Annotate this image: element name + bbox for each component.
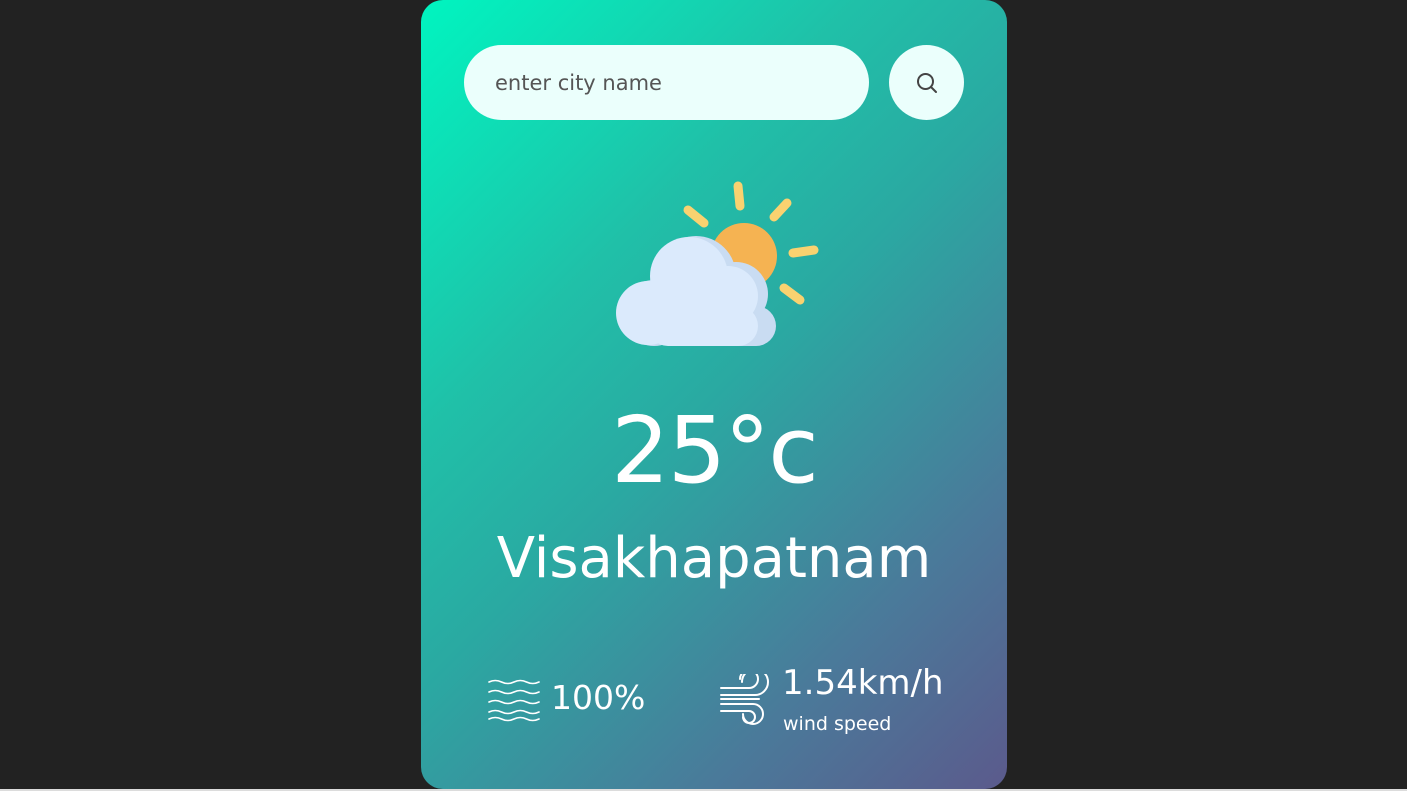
search-icon (916, 72, 937, 93)
wind-speed-value: 1.54km/h (782, 663, 944, 703)
temperature: 25°c (611, 397, 819, 504)
city-name: Visakhapatnam (496, 526, 932, 591)
partly-cloudy-icon (616, 181, 819, 346)
humidity-icon (488, 679, 540, 722)
wind-speed-label: wind speed (783, 713, 892, 735)
search-input[interactable] (464, 45, 869, 120)
search-button[interactable] (889, 45, 964, 120)
wind-icon (720, 674, 769, 725)
humidity-value: 100% (551, 678, 646, 717)
weather-card: 25°c Visakhapatnam 100% 1.54km/h wind sp… (421, 0, 1007, 789)
